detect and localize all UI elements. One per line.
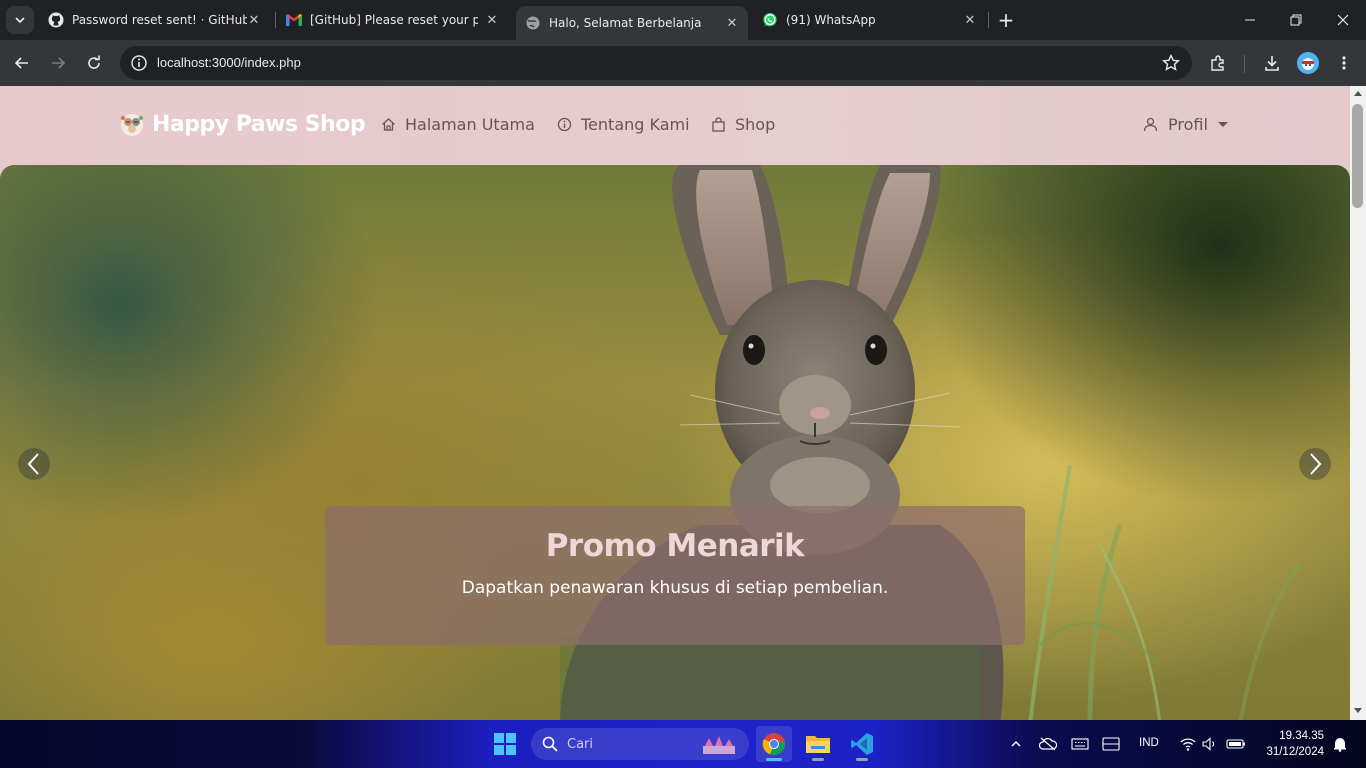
minimize-icon bbox=[1245, 19, 1255, 21]
close-icon[interactable]: ✕ bbox=[724, 15, 740, 31]
clock-date: 31/12/2024 bbox=[1266, 746, 1324, 758]
taskbar-vscode[interactable] bbox=[844, 726, 880, 762]
tab-gmail[interactable]: [GitHub] Please reset your password ✕ bbox=[278, 6, 508, 34]
brand-name: Happy Paws Shop bbox=[152, 111, 366, 137]
notification-bell-icon[interactable] bbox=[1330, 734, 1350, 754]
carousel-caption: Promo Menarik Dapatkan penawaran khusus … bbox=[325, 506, 1025, 645]
github-icon bbox=[48, 12, 64, 28]
globe-icon bbox=[525, 15, 541, 31]
search-highlight-icon bbox=[703, 736, 735, 754]
close-icon bbox=[1337, 14, 1349, 26]
site-info-icon[interactable] bbox=[130, 54, 148, 76]
home-icon bbox=[382, 118, 395, 131]
profile-label: Profil bbox=[1168, 115, 1208, 134]
caption-text: Dapatkan penawaran khusus di setiap pemb… bbox=[461, 578, 889, 598]
nav-home[interactable]: Halaman Utama bbox=[381, 115, 535, 134]
search-icon bbox=[542, 736, 558, 752]
display-icon[interactable] bbox=[1101, 734, 1121, 754]
downloads-button[interactable] bbox=[1260, 51, 1284, 75]
wifi-icon[interactable] bbox=[1178, 734, 1198, 754]
scroll-up-icon[interactable] bbox=[1354, 91, 1362, 96]
download-icon bbox=[1265, 56, 1279, 71]
site-navbar: Happy Paws Shop Halaman Utama Tentang Ka… bbox=[0, 86, 1350, 165]
chevron-up-icon bbox=[1011, 741, 1021, 747]
browser-tab-strip: Password reset sent! · GitHub ✕ [GitHub]… bbox=[0, 0, 1366, 40]
tab-title: Halo, Selamat Berbelanja bbox=[549, 16, 702, 30]
taskbar-clock[interactable]: 19.34.35 31/12/2024 bbox=[1256, 728, 1324, 760]
tab-search-button[interactable] bbox=[6, 6, 34, 34]
minimize-button[interactable] bbox=[1238, 8, 1262, 32]
info-icon bbox=[557, 117, 572, 132]
address-bar[interactable]: localhost:3000/index.php bbox=[120, 46, 1192, 80]
gmail-icon bbox=[286, 12, 302, 28]
nav-shop-label: Shop bbox=[735, 115, 776, 134]
reload-icon bbox=[88, 55, 100, 69]
tab-active-shop[interactable]: Halo, Selamat Berbelanja ✕ bbox=[516, 6, 748, 40]
cloud-off-icon[interactable] bbox=[1038, 734, 1058, 754]
profile-dropdown[interactable]: Profil bbox=[1143, 115, 1228, 134]
bookmark-star-icon[interactable] bbox=[1161, 53, 1181, 76]
back-button[interactable] bbox=[10, 51, 34, 75]
scroll-down-icon[interactable] bbox=[1354, 708, 1362, 713]
chrome-icon bbox=[762, 733, 785, 756]
caret-down-icon bbox=[1217, 122, 1228, 127]
show-hidden-icons-button[interactable] bbox=[1006, 734, 1026, 754]
nav-shop[interactable]: Shop bbox=[711, 115, 775, 134]
new-tab-button[interactable]: + bbox=[994, 8, 1018, 32]
url-text[interactable]: localhost:3000/index.php bbox=[157, 55, 301, 70]
page-scrollbar[interactable] bbox=[1350, 86, 1366, 720]
tab-title: [GitHub] Please reset your password bbox=[310, 13, 478, 27]
keyboard-icon[interactable] bbox=[1070, 734, 1090, 754]
nav-about-label: Tentang Kami bbox=[581, 115, 690, 134]
clock-time: 19.34.35 bbox=[1279, 730, 1324, 742]
tab-whatsapp[interactable]: (91) WhatsApp ✕ bbox=[754, 6, 986, 34]
file-explorer-icon bbox=[806, 736, 830, 753]
chevron-left-icon bbox=[27, 453, 39, 475]
vscode-icon bbox=[851, 733, 873, 755]
close-icon[interactable]: ✕ bbox=[484, 12, 500, 28]
shopping-bag-icon bbox=[712, 117, 725, 132]
more-vertical-icon bbox=[1342, 56, 1346, 70]
restore-icon bbox=[1290, 14, 1302, 26]
windows-start-icon[interactable] bbox=[494, 733, 516, 755]
windows-taskbar: Cari IND 19.34.35 31/12/2024 bbox=[0, 720, 1366, 768]
tab-title: Password reset sent! · GitHub bbox=[72, 13, 247, 27]
chevron-down-icon bbox=[15, 17, 25, 24]
hero-carousel: Promo Menarik Dapatkan penawaran khusus … bbox=[0, 165, 1350, 720]
battery-icon[interactable] bbox=[1226, 734, 1246, 754]
tab-title: (91) WhatsApp bbox=[786, 13, 876, 27]
close-window-button[interactable] bbox=[1331, 8, 1355, 32]
browser-toolbar: localhost:3000/index.php bbox=[0, 40, 1366, 86]
reload-button[interactable] bbox=[82, 51, 106, 75]
user-icon bbox=[1143, 117, 1158, 132]
tab-github[interactable]: Password reset sent! · GitHub ✕ bbox=[40, 6, 270, 34]
search-placeholder: Cari bbox=[567, 737, 593, 752]
web-page: Happy Paws Shop Halaman Utama Tentang Ka… bbox=[0, 86, 1350, 720]
profile-avatar[interactable] bbox=[1297, 52, 1319, 74]
volume-icon[interactable] bbox=[1200, 734, 1220, 754]
language-indicator[interactable]: IND bbox=[1139, 737, 1159, 749]
paw-logo-icon bbox=[121, 114, 143, 136]
arrow-left-icon bbox=[14, 57, 28, 69]
taskbar-chrome[interactable] bbox=[756, 726, 792, 762]
scrollbar-thumb[interactable] bbox=[1352, 104, 1363, 208]
close-icon[interactable]: ✕ bbox=[246, 12, 262, 28]
forward-button[interactable] bbox=[46, 51, 70, 75]
extensions-button[interactable] bbox=[1206, 51, 1230, 75]
nav-home-label: Halaman Utama bbox=[405, 115, 535, 134]
arrow-right-icon bbox=[52, 57, 66, 69]
brand-link[interactable]: Happy Paws Shop bbox=[118, 110, 366, 138]
restore-button[interactable] bbox=[1284, 8, 1308, 32]
nav-about[interactable]: Tentang Kami bbox=[557, 115, 690, 134]
carousel-prev-button[interactable] bbox=[18, 448, 50, 480]
taskbar-file-explorer[interactable] bbox=[800, 726, 836, 762]
caption-title: Promo Menarik bbox=[545, 528, 805, 564]
whatsapp-icon bbox=[762, 12, 778, 28]
taskbar-search[interactable]: Cari bbox=[531, 728, 749, 760]
carousel-next-button[interactable] bbox=[1299, 448, 1331, 480]
close-icon[interactable]: ✕ bbox=[962, 12, 978, 28]
menu-button[interactable] bbox=[1332, 51, 1356, 75]
chevron-right-icon bbox=[1310, 453, 1322, 475]
puzzle-icon bbox=[1211, 55, 1224, 71]
